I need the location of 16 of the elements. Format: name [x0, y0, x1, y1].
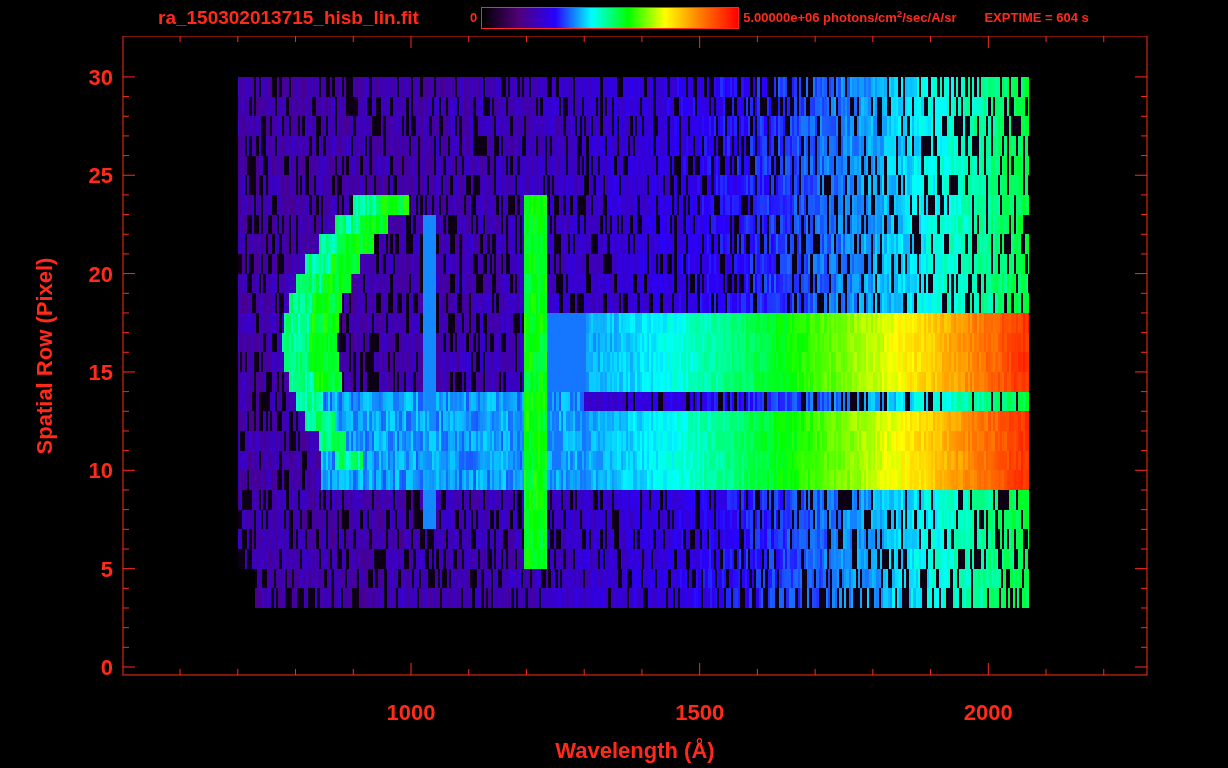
y-tick-label: 25 [88, 163, 113, 189]
x-tick-label: 1000 [386, 700, 436, 725]
x-tick-label: 1500 [675, 700, 725, 725]
file-title: ra_150302013715_hisb_lin.fit [158, 5, 420, 30]
colorbar-min-label: 0 [470, 9, 478, 28]
exposure-time-label: EXPTIME = 604 s [984, 9, 1089, 28]
y-axis-title: Spatial Row (Pixel) [32, 257, 57, 455]
x-tick-label: 2000 [963, 700, 1013, 725]
x-axis-title: Wavelength (Å) [555, 738, 715, 763]
y-tick-label: 10 [88, 458, 113, 484]
y-tick-label: 0 [100, 655, 113, 680]
colorbar-max-label: 5.00000e+06 photons/cm$^{2}$/sec/A/sr [743, 8, 957, 28]
y-tick-label: 15 [88, 359, 113, 385]
y-tick-label: 5 [100, 556, 113, 582]
y-tick-label: 30 [88, 64, 113, 90]
y-tick-label: 20 [88, 261, 113, 287]
